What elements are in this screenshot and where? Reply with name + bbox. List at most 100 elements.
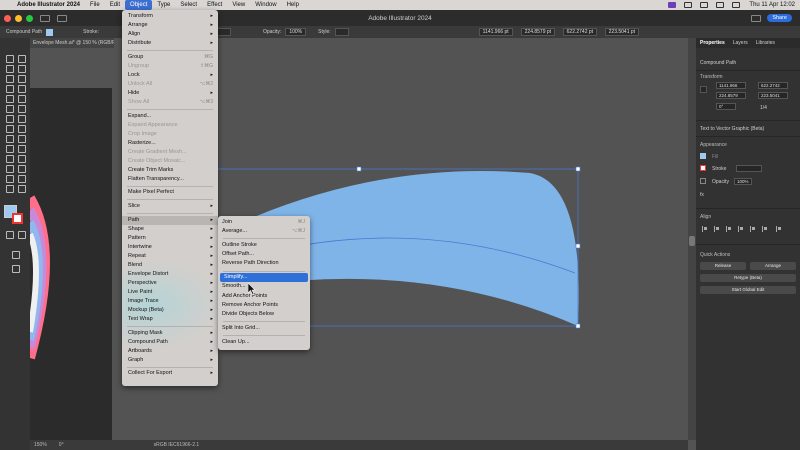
text-to-vector-link[interactable]: Text to Vector Graphic (Beta) xyxy=(700,126,764,132)
pen-tool-icon[interactable] xyxy=(4,74,14,83)
submenu-item-smooth[interactable]: Smooth... xyxy=(218,282,310,291)
menu-item-lock[interactable]: Lock ▸ xyxy=(122,71,218,80)
menubar-clock[interactable]: Thu 11 Apr 12:02 xyxy=(744,0,800,10)
paintbrush-tool-icon[interactable] xyxy=(16,94,26,103)
menu-item-compound-path[interactable]: Compound Path ▸ xyxy=(122,338,218,347)
eraser-tool-icon[interactable] xyxy=(16,104,26,113)
scale-tool-icon[interactable] xyxy=(16,114,26,123)
transform-y-field[interactable]: 224.8579 xyxy=(716,92,746,99)
lasso-tool-icon[interactable] xyxy=(16,64,26,73)
menu-type[interactable]: Type xyxy=(152,0,175,10)
zoom-window-icon[interactable] xyxy=(26,14,33,22)
appearance-fill-swatch[interactable] xyxy=(700,153,706,159)
blend-tool-icon[interactable] xyxy=(16,154,26,163)
reference-point-icon[interactable] xyxy=(700,86,707,93)
ellipse-tool-icon[interactable] xyxy=(4,94,14,103)
hand-tool-icon[interactable] xyxy=(4,184,14,193)
transform-ratio[interactable]: 1/4 xyxy=(760,105,767,111)
gradient-mode-icon[interactable] xyxy=(16,230,26,239)
align-right-icon[interactable] xyxy=(726,226,732,232)
status-info[interactable]: sRGB IEC61966-2.1 xyxy=(154,442,200,448)
menu-effect[interactable]: Effect xyxy=(202,0,227,10)
menu-item-align[interactable]: Align ▸ xyxy=(122,30,218,39)
submenu-item-simplify[interactable]: Simplify... xyxy=(220,273,308,283)
menu-item-make-pixel-perfect[interactable]: Make Pixel Perfect xyxy=(122,188,218,197)
fill-swatch[interactable] xyxy=(46,28,54,36)
menu-item-create-trim-marks[interactable]: Create Trim Marks xyxy=(122,166,218,175)
app-menu[interactable]: Adobe Illustrator 2024 xyxy=(12,0,85,10)
close-window-icon[interactable] xyxy=(4,14,11,22)
perspective-grid-tool-icon[interactable] xyxy=(16,134,26,143)
submenu-item-remove-anchor-points[interactable]: Remove Anchor Points xyxy=(218,301,310,310)
apple-menu-icon[interactable] xyxy=(0,0,12,10)
y-field[interactable]: 224.8579 pt xyxy=(520,28,555,36)
transform-x-field[interactable]: 1141.966 xyxy=(716,82,746,89)
symbol-sprayer-tool-icon[interactable] xyxy=(4,164,14,173)
menu-help[interactable]: Help xyxy=(282,0,304,10)
menu-edit[interactable]: Edit xyxy=(105,0,125,10)
tab-layers[interactable]: Layers xyxy=(729,40,752,46)
menu-item-collect-for-export[interactable]: Collect For Export ▸ xyxy=(122,369,218,378)
search-icon[interactable] xyxy=(716,2,725,8)
submenu-item-divide-objects-below[interactable]: Divide Objects Below xyxy=(218,310,310,319)
align-center-icon[interactable] xyxy=(714,226,720,232)
menu-item-rasterize[interactable]: Rasterize... xyxy=(122,139,218,148)
battery-icon[interactable] xyxy=(684,2,693,8)
menu-item-intertwine[interactable]: Intertwine ▸ xyxy=(122,243,218,252)
menu-view[interactable]: View xyxy=(227,0,250,10)
menu-item-mockup-beta[interactable]: Mockup (Beta) ▸ xyxy=(122,306,218,315)
menu-select[interactable]: Select xyxy=(175,0,202,10)
screen-recorder-icon[interactable] xyxy=(668,2,677,8)
wifi-icon[interactable] xyxy=(700,2,709,8)
submenu-item-offset-path[interactable]: Offset Path... xyxy=(218,250,310,259)
menu-item-pattern[interactable]: Pattern ▸ xyxy=(122,234,218,243)
submenu-item-split-into-grid[interactable]: Split Into Grid... xyxy=(218,324,310,333)
document-tab[interactable]: Envelope Mesh.ai* @ 150 % (RGB/Preview) xyxy=(30,38,114,48)
start-global-edit-button[interactable]: Start Global Edit xyxy=(700,286,796,294)
submenu-item-outline-stroke[interactable]: Outline Stroke xyxy=(218,241,310,250)
shape-builder-tool-icon[interactable] xyxy=(4,134,14,143)
menu-item-text-wrap[interactable]: Text Wrap ▸ xyxy=(122,315,218,324)
align-middle-icon[interactable] xyxy=(750,226,756,232)
menu-item-envelope-distort[interactable]: Envelope Distort ▸ xyxy=(122,270,218,279)
menu-item-graph[interactable]: Graph ▸ xyxy=(122,356,218,365)
share-button[interactable]: Share xyxy=(767,14,792,22)
submenu-item-clean-up[interactable]: Clean Up... xyxy=(218,338,310,347)
free-transform-tool-icon[interactable] xyxy=(16,124,26,133)
appearance-opacity-field[interactable]: 100% xyxy=(734,178,752,185)
appearance-stroke-label[interactable]: Stroke xyxy=(712,166,726,172)
selection-tool-icon[interactable] xyxy=(4,54,14,63)
graph-tool-icon[interactable] xyxy=(16,164,26,173)
appearance-opacity-label[interactable]: Opacity xyxy=(712,179,729,185)
opacity-label[interactable]: Opacity: xyxy=(263,29,281,35)
menu-item-transform[interactable]: Transform ▸ xyxy=(122,12,218,21)
shaper-tool-icon[interactable] xyxy=(4,104,14,113)
menu-window[interactable]: Window xyxy=(250,0,281,10)
submenu-item-reverse-path-direction[interactable]: Reverse Path Direction xyxy=(218,259,310,268)
menu-item-flatten-transparency[interactable]: Flatten Transparency... xyxy=(122,175,218,184)
arrange-button[interactable]: Arrange xyxy=(750,262,796,270)
x-field[interactable]: 1141.966 pt xyxy=(478,28,513,36)
vertical-scrollbar[interactable] xyxy=(688,38,696,440)
curvature-tool-icon[interactable] xyxy=(16,74,26,83)
control-center-icon[interactable] xyxy=(732,2,741,8)
align-bottom-icon[interactable] xyxy=(762,226,768,232)
menu-item-group[interactable]: Group ⌘G xyxy=(122,53,218,62)
workspace-icon[interactable] xyxy=(57,14,67,22)
align-to-icon[interactable] xyxy=(776,226,782,232)
tab-properties[interactable]: Properties xyxy=(696,40,729,46)
stroke-weight-dropdown[interactable] xyxy=(736,165,762,172)
mesh-tool-icon[interactable] xyxy=(4,144,14,153)
artboard-tool-icon[interactable] xyxy=(4,174,14,183)
submenu-item-join[interactable]: Join ⌘J xyxy=(218,218,310,227)
rotation-value[interactable]: 0° xyxy=(59,442,64,448)
scrollbar-thumb[interactable] xyxy=(689,236,695,246)
minimize-window-icon[interactable] xyxy=(15,14,22,22)
submenu-item-average[interactable]: Average... ⌥⌘J xyxy=(218,227,310,236)
edit-toolbar-icon[interactable] xyxy=(10,264,20,273)
stroke-color-icon[interactable] xyxy=(12,213,23,224)
type-tool-icon[interactable] xyxy=(4,84,14,93)
screen-mode-icon[interactable] xyxy=(10,250,20,259)
tab-libraries[interactable]: Libraries xyxy=(752,40,779,46)
style-dropdown[interactable] xyxy=(334,28,349,36)
